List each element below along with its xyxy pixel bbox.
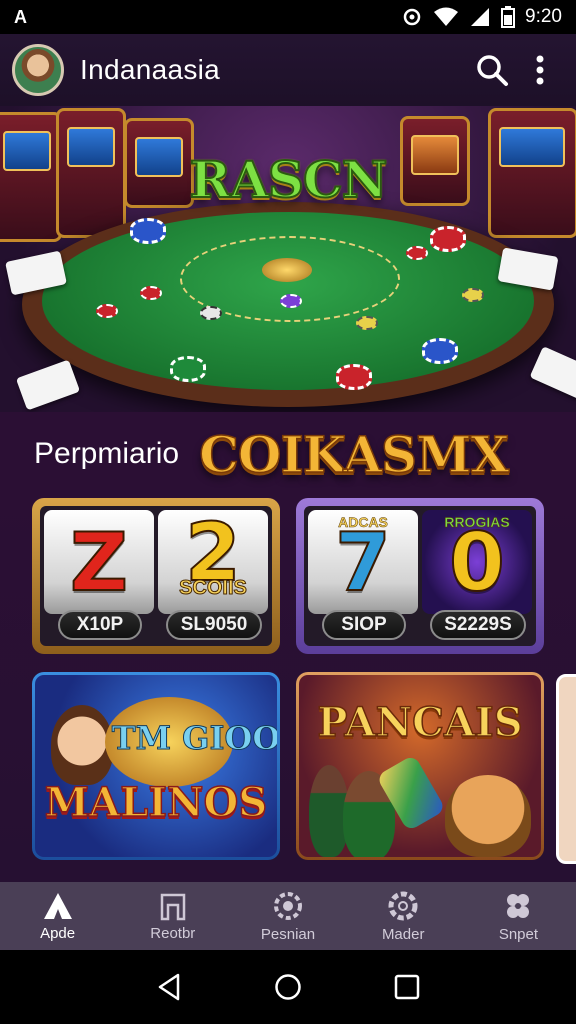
chip-stack — [430, 226, 466, 252]
battery-icon — [501, 6, 516, 28]
store-icon — [160, 893, 186, 920]
slot-machine-art — [400, 116, 470, 206]
bottom-navigation: Apde Reotbr Pesnian Mader Snpet — [0, 882, 576, 950]
section-header: Perpmiario COIKASMX — [0, 416, 576, 492]
notification-glyph: A — [14, 6, 27, 27]
circle-home-icon — [275, 974, 301, 1000]
settings-icon — [274, 891, 302, 920]
wifi-icon — [434, 7, 459, 26]
reel: 2 SCOIIS — [158, 506, 268, 614]
game-tile-art: Z 2 SCOIIS X10P SL9050 — [40, 506, 272, 646]
chip — [462, 288, 484, 302]
game-tile-title: PANCAIS — [317, 698, 524, 747]
game-tile-malinos[interactable]: TM GIOO MALINOS — [32, 672, 280, 860]
chip-stack — [170, 356, 206, 382]
nav-label: Apde — [40, 924, 76, 942]
gear-icon — [388, 891, 418, 920]
search-icon — [477, 55, 508, 86]
search-button[interactable] — [468, 46, 516, 94]
game-tile-title-top: TM GIOO — [111, 719, 277, 758]
chip — [140, 286, 162, 300]
signal-icon — [471, 8, 490, 26]
nav-label: Reotbr — [150, 924, 196, 942]
system-navigation-bar — [0, 950, 576, 1024]
game-tile-label: X10P — [58, 610, 142, 640]
game-tile-label: SIOP — [322, 610, 406, 640]
flower-icon — [507, 893, 530, 918]
status-icons: 9:20 — [401, 6, 562, 28]
chip — [96, 304, 118, 318]
chip — [356, 316, 378, 330]
reel-tag: RROGIAS — [444, 514, 510, 531]
reel-symbol: Z — [69, 515, 129, 610]
nav-item-gear[interactable]: Mader — [346, 882, 461, 950]
chip-stack — [336, 364, 372, 390]
clock: 9:20 — [525, 6, 562, 27]
game-tile-art: PANCAIS — [299, 675, 541, 857]
chip-stack — [130, 218, 166, 244]
nav-label: Snpet — [498, 925, 539, 943]
reel: Z — [44, 510, 154, 614]
avatar[interactable] — [12, 44, 64, 96]
chip — [406, 246, 428, 260]
home-icon — [43, 892, 72, 919]
game-tile-art: TM GIOO MALINOS — [35, 675, 277, 857]
recents-icon — [394, 974, 419, 1000]
back-icon — [159, 973, 180, 1001]
game-tile-partial[interactable] — [556, 674, 576, 864]
game-tile-slots-2[interactable]: ADCAS 7 RROGIAS 0 SIOP S2229S — [296, 498, 544, 654]
nav-item-flower[interactable]: Snpet — [461, 882, 576, 950]
tiger-art — [445, 775, 531, 857]
hero-banner[interactable]: RASCN — [0, 106, 576, 412]
slot-machine-art — [56, 108, 126, 238]
section-label: Perpmiario — [34, 437, 180, 470]
slot-machine-art — [0, 112, 62, 242]
game-tile-pancais[interactable]: PANCAIS — [296, 672, 544, 860]
game-tile-title: MALINOS — [44, 778, 268, 827]
game-tile-label: SL9050 — [166, 610, 262, 640]
recents-button[interactable] — [387, 967, 427, 1007]
nav-item-store[interactable]: Reotbr — [115, 882, 230, 950]
nav-item-settings[interactable]: Pesnian — [230, 882, 345, 950]
chip — [280, 294, 302, 308]
slot-machine-art — [124, 118, 194, 208]
more-options-button[interactable] — [516, 46, 564, 94]
nav-label: Mader — [381, 925, 425, 943]
slot-machine-art — [488, 108, 576, 238]
app-title: Indanaasia — [80, 54, 221, 85]
table-pot — [262, 258, 312, 282]
game-tile-label: S2229S — [430, 610, 526, 640]
nav-label: Pesnian — [260, 925, 316, 943]
playing-card — [15, 359, 81, 411]
sync-icon — [403, 8, 421, 26]
game-tile-slots-1[interactable]: Z 2 SCOIIS X10P SL9050 — [32, 498, 280, 654]
app-bar: Indanaasia — [0, 34, 576, 106]
main-content: RASCN Perpmiario COIKASMX Z 2 SCOIIS X10… — [0, 106, 576, 882]
nav-item-home[interactable]: Apde — [0, 882, 115, 950]
status-bar: A 9:20 — [0, 0, 576, 34]
playing-card — [529, 346, 576, 400]
reel-subtitle: SCOIIS — [179, 577, 248, 600]
game-tile-art: ADCAS 7 RROGIAS 0 SIOP S2229S — [304, 506, 536, 646]
reel: RROGIAS 0 — [422, 510, 532, 614]
reel-tag: ADCAS — [338, 514, 388, 531]
more-vert-icon — [536, 55, 544, 85]
home-system-button[interactable] — [268, 967, 308, 1007]
section-brand-logo: COIKASMX — [198, 424, 510, 485]
hero-logo: RASCN — [188, 134, 389, 224]
chip — [200, 306, 222, 320]
hero-logo-text: RASCN — [189, 149, 389, 210]
chip-stack — [422, 338, 458, 364]
back-button[interactable] — [149, 967, 189, 1007]
reel: ADCAS 7 — [308, 510, 418, 614]
